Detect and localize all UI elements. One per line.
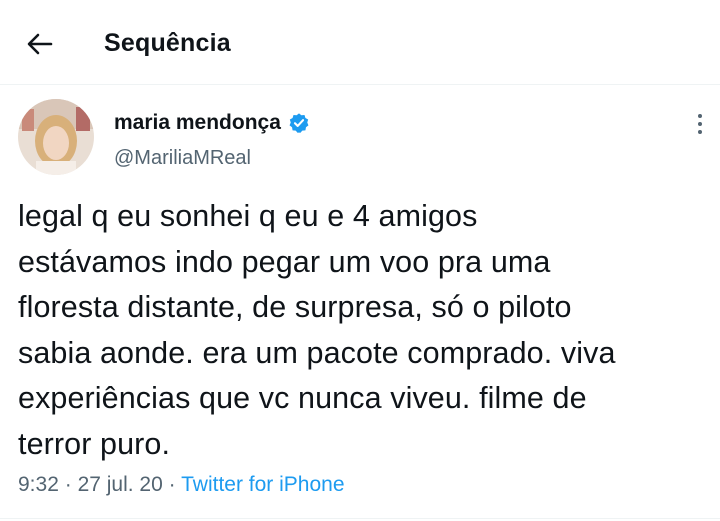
- author-handle[interactable]: @MariliaMReal: [114, 144, 251, 172]
- arrow-left-icon: [27, 33, 53, 55]
- tweet-source-link[interactable]: Twitter for iPhone: [181, 473, 344, 496]
- page-title: Sequência: [104, 29, 231, 57]
- tweet-text: legal q eu sonhei q eu e 4 amigos estáva…: [18, 199, 616, 461]
- top-bar: Sequência: [0, 0, 720, 85]
- more-options-button[interactable]: [688, 112, 712, 138]
- avatar-image: [18, 99, 94, 175]
- tweet-time[interactable]: 9:32: [18, 473, 59, 496]
- author-name[interactable]: maria mendonça: [114, 109, 281, 137]
- meta-separator: ·: [64, 473, 72, 496]
- tweet-date[interactable]: 27 jul. 20: [78, 473, 163, 496]
- tweet-metadata: 9:32 · 27 jul. 20 · Twitter for iPhone: [18, 470, 345, 500]
- author-row: maria mendonça: [114, 109, 310, 137]
- avatar[interactable]: [18, 99, 94, 175]
- divider: [0, 518, 720, 519]
- more-vertical-icon: [698, 114, 702, 134]
- meta-separator: ·: [168, 473, 176, 496]
- verified-badge-icon: [289, 113, 309, 133]
- back-button[interactable]: [22, 26, 58, 62]
